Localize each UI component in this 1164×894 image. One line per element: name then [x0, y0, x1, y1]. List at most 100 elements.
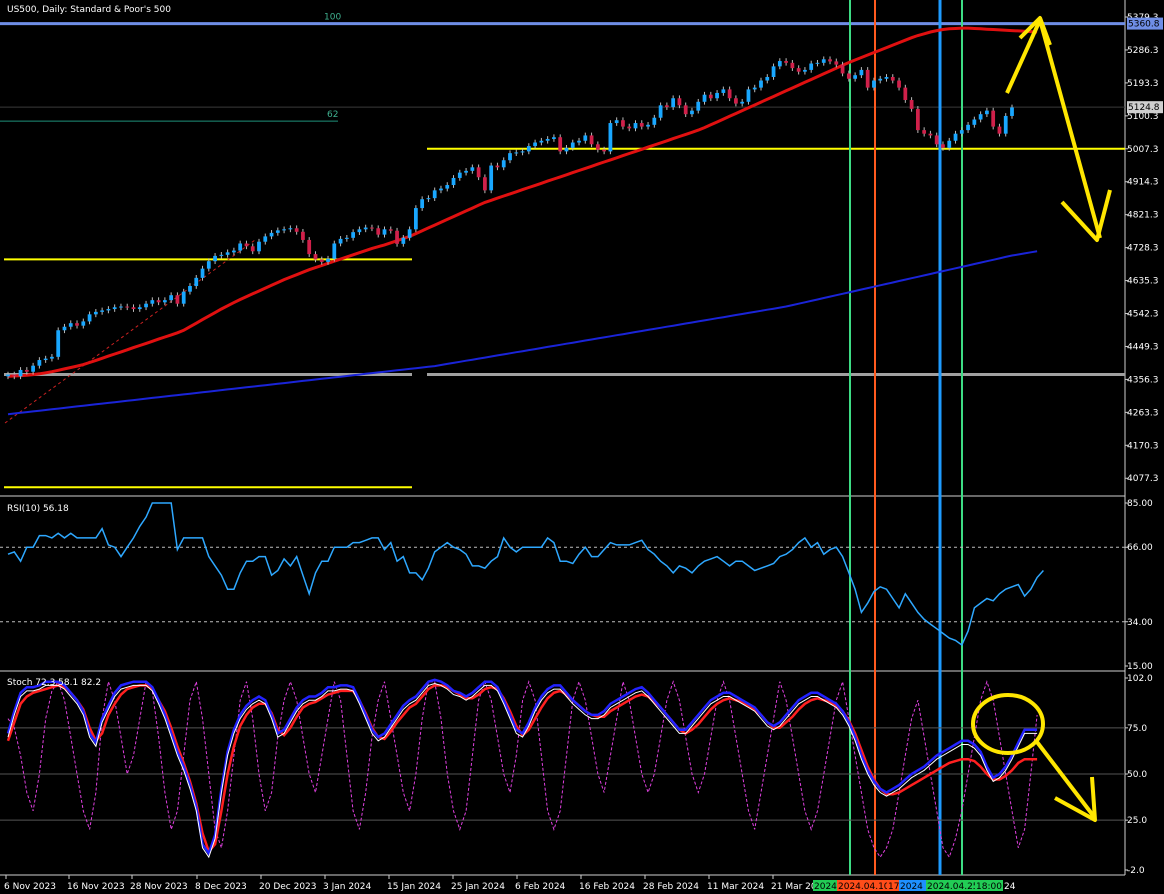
- price-tick-label: 4077.3: [1127, 474, 1159, 484]
- candle-body: [815, 62, 820, 64]
- candle-body: [420, 199, 425, 209]
- candle-body: [464, 170, 468, 173]
- candle-body: [225, 252, 230, 255]
- candle-body: [445, 185, 450, 189]
- candle-body: [1003, 115, 1008, 134]
- stoch-tick-label: 102.0: [1127, 674, 1153, 684]
- candle-body: [621, 120, 625, 127]
- candle-body: [37, 360, 42, 366]
- candle-body: [991, 110, 996, 127]
- date-tag-label: 2024.04.10: [838, 882, 890, 892]
- candle-body: [928, 133, 933, 136]
- candle-body: [451, 177, 456, 186]
- candle-body: [897, 80, 901, 88]
- candle-body: [972, 119, 977, 125]
- price-tick-label: 5286.3: [1127, 46, 1159, 56]
- candle-body: [664, 105, 669, 108]
- candle-body: [526, 146, 531, 152]
- candle-body: [282, 229, 286, 231]
- candle-body: [853, 75, 858, 79]
- candle-body: [941, 144, 945, 148]
- candle-body: [382, 229, 387, 235]
- candle-body: [652, 117, 657, 125]
- trading-chart[interactable]: 10062 5379.35286.35193.35100.35007.34914…: [0, 0, 1164, 894]
- candle-body: [589, 135, 594, 145]
- stoch-tick-label: -2.0: [1127, 866, 1145, 876]
- candle-body: [269, 232, 274, 237]
- price-tick-label: 5007.3: [1127, 145, 1159, 155]
- candle-body: [194, 277, 199, 286]
- candle-body: [878, 78, 883, 81]
- candle-body: [803, 69, 807, 72]
- candle-body: [909, 100, 914, 109]
- stoch-tick-label: 75.0: [1127, 724, 1147, 734]
- candle-body: [50, 356, 54, 359]
- candle-body: [734, 98, 738, 104]
- candle-body: [934, 135, 939, 145]
- candle-body: [552, 137, 556, 139]
- rsi-tick-label: 85.00: [1127, 499, 1153, 509]
- candle-body: [834, 61, 839, 65]
- candle-body: [865, 69, 870, 88]
- candle-body: [501, 160, 506, 168]
- candle-body: [31, 365, 35, 372]
- date-tick-label: 3 Jan 2024: [323, 882, 371, 892]
- candle-body: [915, 108, 920, 131]
- date-tag-label: 2024: [900, 882, 923, 892]
- price-tick-label: 4449.3: [1127, 342, 1159, 352]
- candle-body: [56, 330, 61, 357]
- candle-body: [162, 300, 167, 303]
- candle-body: [250, 246, 255, 252]
- candle-body: [319, 259, 324, 262]
- candle-body: [213, 255, 217, 262]
- candle-body: [514, 152, 519, 154]
- price-tick-label: 5193.3: [1127, 79, 1159, 89]
- candle-body: [784, 61, 788, 63]
- rsi-tick-label: 34.00: [1127, 618, 1153, 628]
- candle-body: [489, 165, 494, 191]
- candle-body: [470, 167, 475, 171]
- candle-body: [119, 306, 123, 308]
- candle-body: [796, 68, 801, 72]
- candle-body: [809, 63, 814, 70]
- candle-body: [169, 295, 174, 301]
- date-tick-label: 28 Nov 2023: [130, 882, 188, 892]
- candle-body: [828, 59, 832, 62]
- candle-body: [407, 229, 412, 238]
- candle-body: [608, 123, 613, 152]
- candle-body: [6, 374, 10, 377]
- candle-body: [727, 89, 732, 99]
- candle-body: [288, 228, 293, 230]
- candle-body: [238, 243, 243, 251]
- candle-body: [483, 177, 487, 191]
- candle-body: [495, 165, 500, 168]
- price-tick-label: 4170.3: [1127, 441, 1159, 451]
- date-tick-label: 15 Jan 2024: [387, 882, 441, 892]
- candle-body: [846, 73, 851, 79]
- candle-body: [595, 144, 600, 150]
- rsi-title: RSI(10) 56.18: [7, 504, 69, 514]
- candle-body: [759, 80, 763, 88]
- candle-body: [602, 149, 607, 152]
- candle-body: [363, 227, 368, 230]
- candle-body: [137, 307, 142, 310]
- candle-body: [508, 153, 512, 161]
- fib-100-label: 100: [324, 13, 341, 23]
- candle-body: [903, 87, 908, 101]
- candle-body: [357, 229, 362, 233]
- candle-body: [188, 285, 192, 292]
- price-tick-label: 4356.3: [1127, 375, 1159, 385]
- candle-body: [376, 228, 381, 235]
- candle-body: [263, 236, 268, 242]
- candle-body: [558, 137, 563, 152]
- candle-body: [577, 140, 581, 143]
- candle-body: [200, 268, 205, 278]
- candle-body: [332, 243, 337, 259]
- candle-body: [539, 140, 544, 143]
- candle-body: [81, 321, 86, 326]
- candle-body: [301, 231, 305, 240]
- rsi-tick-label: 15.00: [1127, 662, 1153, 672]
- candle-body: [752, 87, 757, 90]
- candle-body: [765, 76, 770, 81]
- candle-body: [677, 98, 682, 106]
